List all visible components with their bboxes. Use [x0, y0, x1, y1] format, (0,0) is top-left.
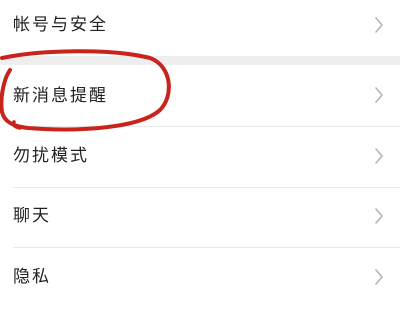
settings-item-account-security[interactable]: 帐号与安全: [0, 0, 400, 56]
chevron-right-icon: [375, 17, 383, 33]
settings-item-do-not-disturb[interactable]: 勿扰模式: [0, 127, 400, 187]
chevron-right-icon: [375, 208, 383, 224]
section-gap: [0, 56, 400, 65]
settings-item-label: 隐私: [13, 267, 51, 287]
chevron-right-icon: [375, 148, 383, 164]
chevron-right-icon: [375, 87, 383, 103]
chevron-right-icon: [375, 269, 383, 285]
settings-item-new-message-notification[interactable]: 新消息提醒: [0, 65, 400, 126]
settings-item-label: 新消息提醒: [13, 86, 108, 106]
settings-item-label: 聊天: [13, 206, 51, 226]
settings-item-chat[interactable]: 聊天: [0, 188, 400, 247]
settings-item-label: 帐号与安全: [13, 15, 108, 35]
settings-item-label: 勿扰模式: [13, 146, 89, 166]
settings-item-privacy[interactable]: 隐私: [0, 248, 400, 310]
